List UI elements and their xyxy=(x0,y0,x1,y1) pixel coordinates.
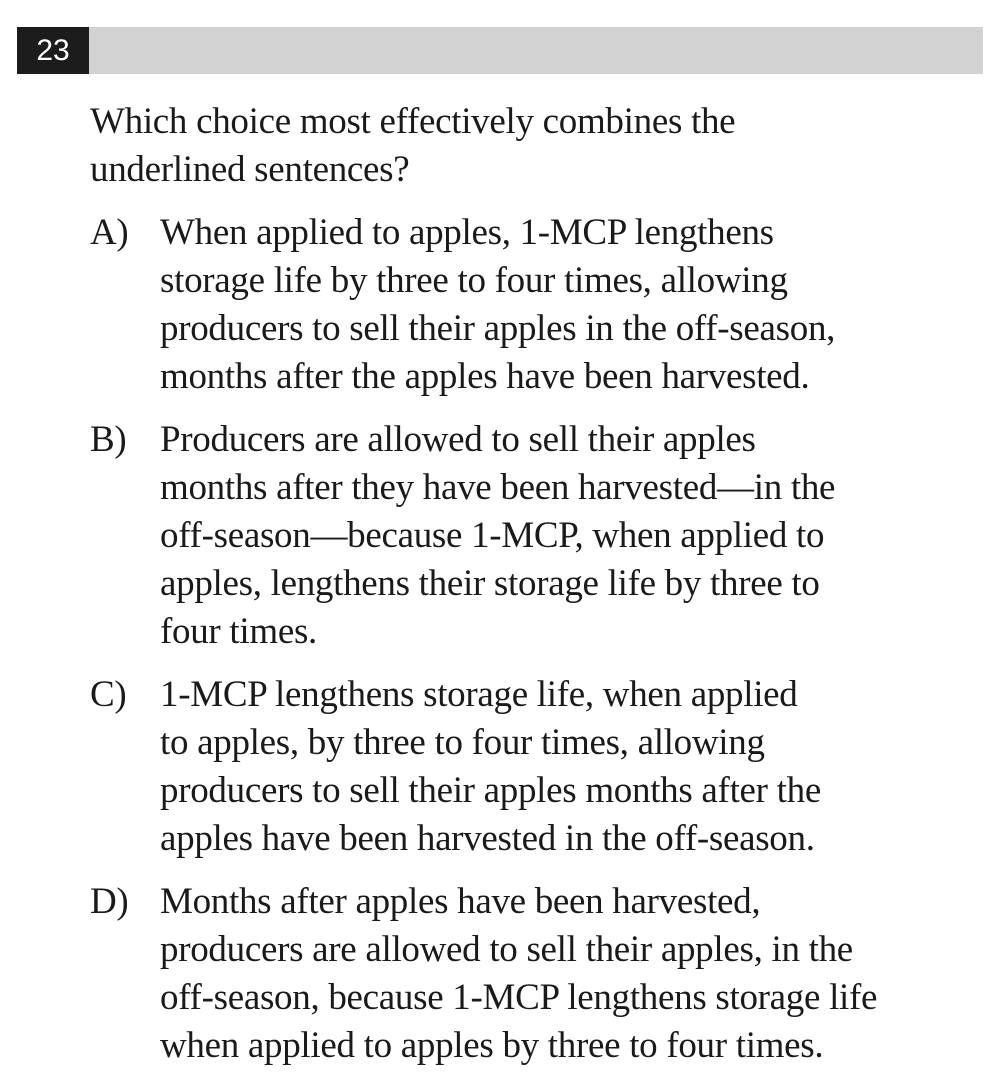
question-number: 23 xyxy=(17,27,89,74)
choice-text: When applied to apples, 1-MCP lengthens … xyxy=(160,212,836,397)
choice-text: Months after apples have been harvested,… xyxy=(160,881,878,1066)
choice-letter: C) xyxy=(90,674,127,715)
question-content: Which choice most effectively combines t… xyxy=(90,98,990,1085)
choice-letter: A) xyxy=(90,212,129,253)
choice-letter: B) xyxy=(90,419,127,460)
question-prompt-text: Which choice most effectively combines t… xyxy=(90,101,736,190)
choice-letter: D) xyxy=(90,881,129,922)
answer-choice-b[interactable]: B) Producers are allowed to sell their a… xyxy=(90,416,990,656)
answer-choice-d[interactable]: D) Months after apples have been harvest… xyxy=(90,878,990,1070)
question-prompt: Which choice most effectively combines t… xyxy=(90,98,990,194)
choice-text: 1-MCP lengthens storage life, when appli… xyxy=(160,674,821,859)
question-header-bar: 23 xyxy=(17,27,983,74)
answer-choice-c[interactable]: C) 1-MCP lengthens storage life, when ap… xyxy=(90,671,990,863)
choice-text: Producers are allowed to sell their appl… xyxy=(160,419,836,652)
answer-choice-a[interactable]: A) When applied to apples, 1-MCP lengthe… xyxy=(90,209,990,401)
